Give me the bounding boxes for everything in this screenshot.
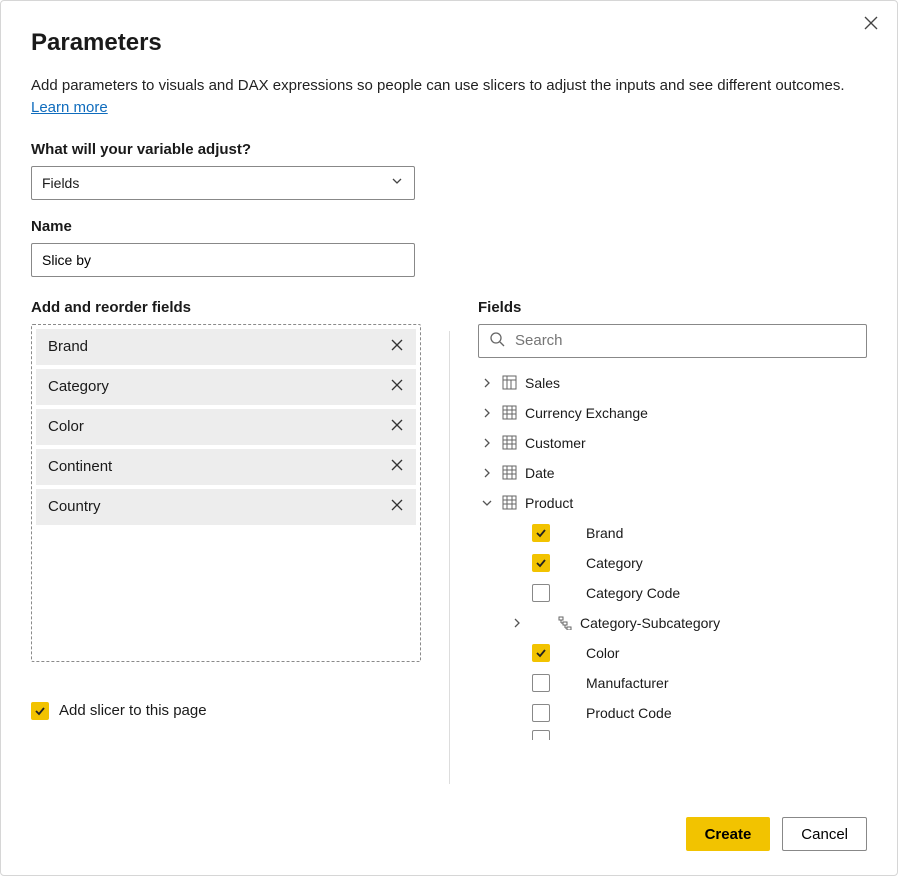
reorder-item[interactable]: Color [36, 409, 416, 445]
tree-label: Category Code [586, 585, 680, 601]
tree-field-row[interactable]: Manufacturer [478, 668, 865, 698]
tree-label: Product Code [586, 705, 672, 721]
hierarchy-icon [558, 616, 572, 630]
tree-hierarchy-row[interactable]: Category-Subcategory [478, 608, 865, 638]
table-icon [502, 435, 517, 450]
tree-table-row[interactable]: Currency Exchange [478, 398, 865, 428]
variable-adjust-dropdown[interactable]: Fields [31, 166, 415, 200]
field-checkbox[interactable] [532, 644, 550, 662]
reorder-item[interactable]: Continent [36, 449, 416, 485]
dialog-title: Parameters [31, 29, 867, 57]
add-slicer-checkbox[interactable] [31, 702, 49, 720]
chevron-right-icon[interactable] [480, 408, 494, 418]
reorder-item-label: Country [48, 498, 101, 515]
search-icon [489, 331, 505, 350]
name-label: Name [31, 218, 867, 235]
tree-label: Brand [586, 525, 623, 541]
remove-icon[interactable] [390, 418, 404, 436]
tree-label: Color [586, 645, 619, 661]
tree-field-row[interactable]: Product Code [478, 698, 865, 728]
remove-icon[interactable] [390, 458, 404, 476]
learn-more-link[interactable]: Learn more [31, 99, 108, 116]
table-icon [502, 495, 517, 510]
tree-field-row[interactable]: Category Code [478, 578, 865, 608]
fields-search-box[interactable] [478, 324, 867, 358]
reorder-item-label: Continent [48, 458, 112, 475]
dialog-footer: Create Cancel [1, 794, 897, 875]
table-icon [502, 405, 517, 420]
tree-label: Manufacturer [586, 675, 668, 691]
chevron-down-icon [390, 174, 404, 191]
tree-label: Category-Subcategory [580, 615, 720, 631]
dialog-description-text: Add parameters to visuals and DAX expres… [31, 77, 845, 94]
field-checkbox[interactable] [532, 554, 550, 572]
reorder-item[interactable]: Brand [36, 329, 416, 365]
reorder-fields-box: Brand Category Color Continent [31, 324, 421, 662]
field-checkbox[interactable] [532, 730, 550, 740]
measure-table-icon [502, 375, 517, 390]
cancel-button[interactable]: Cancel [782, 817, 867, 851]
tree-field-row[interactable]: Color [478, 638, 865, 668]
chevron-right-icon[interactable] [480, 438, 494, 448]
remove-icon[interactable] [390, 498, 404, 516]
create-button[interactable]: Create [686, 817, 771, 851]
fields-label: Fields [478, 299, 867, 316]
table-icon [502, 465, 517, 480]
add-slicer-row: Add slicer to this page [31, 702, 421, 720]
name-input[interactable] [31, 243, 415, 277]
field-checkbox[interactable] [532, 584, 550, 602]
chevron-right-icon[interactable] [510, 618, 524, 628]
tree-label: Date [525, 465, 555, 481]
field-checkbox[interactable] [532, 704, 550, 722]
reorder-item[interactable]: Country [36, 489, 416, 525]
tree-label: Category [586, 555, 643, 571]
tree-table-row[interactable]: Product [478, 488, 865, 518]
parameters-dialog: Parameters Add parameters to visuals and… [0, 0, 898, 876]
reorder-item-label: Category [48, 378, 109, 395]
add-slicer-label: Add slicer to this page [59, 702, 207, 719]
remove-icon[interactable] [390, 378, 404, 396]
field-checkbox[interactable] [532, 674, 550, 692]
reorder-label: Add and reorder fields [31, 299, 421, 316]
tree-table-row[interactable]: Sales [478, 368, 865, 398]
reorder-item-label: Brand [48, 338, 88, 355]
tree-field-row[interactable]: Brand [478, 518, 865, 548]
close-icon[interactable] [863, 15, 879, 34]
reorder-item-label: Color [48, 418, 84, 435]
fields-tree[interactable]: Sales Currency Exchange Customer [478, 368, 867, 785]
reorder-item[interactable]: Category [36, 369, 416, 405]
variable-adjust-label: What will your variable adjust? [31, 141, 867, 158]
tree-label: Sales [525, 375, 560, 391]
tree-table-row[interactable]: Customer [478, 428, 865, 458]
tree-field-row-partial[interactable] [478, 728, 865, 740]
field-checkbox[interactable] [532, 524, 550, 542]
tree-table-row[interactable]: Date [478, 458, 865, 488]
chevron-right-icon[interactable] [480, 468, 494, 478]
tree-field-row[interactable]: Category [478, 548, 865, 578]
chevron-down-icon[interactable] [480, 498, 494, 508]
chevron-right-icon[interactable] [480, 378, 494, 388]
remove-icon[interactable] [390, 338, 404, 356]
dialog-description: Add parameters to visuals and DAX expres… [31, 75, 867, 119]
fields-search-input[interactable] [513, 331, 856, 350]
tree-label: Product [525, 495, 573, 511]
tree-label: Customer [525, 435, 586, 451]
variable-adjust-value: Fields [42, 175, 79, 191]
tree-label: Currency Exchange [525, 405, 648, 421]
